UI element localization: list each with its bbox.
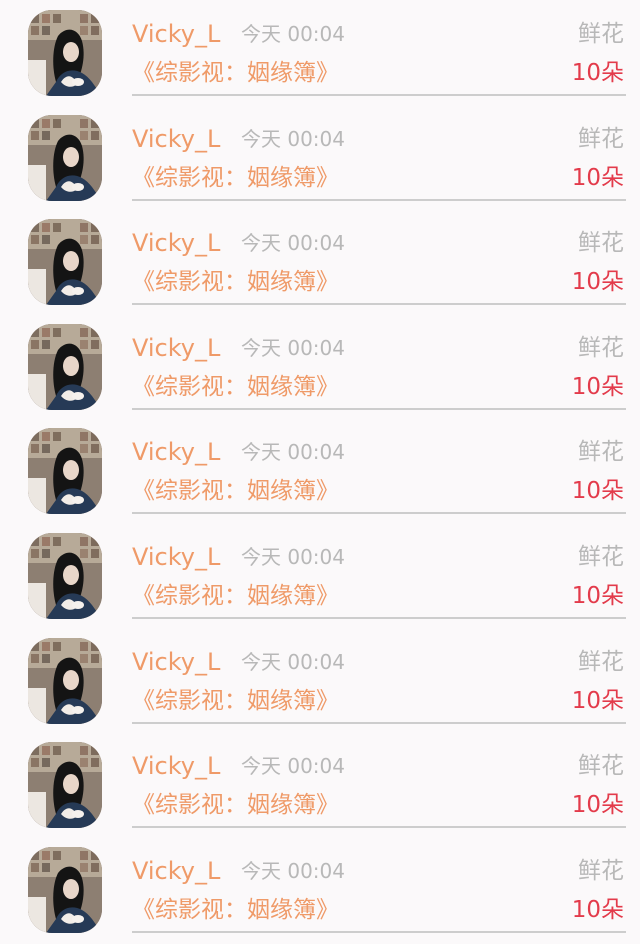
user-avatar[interactable] <box>28 219 102 306</box>
user-avatar[interactable] <box>28 637 102 724</box>
work-title-link[interactable]: 《综影视：姻缘簿》 <box>132 266 339 298</box>
user-avatar[interactable] <box>28 533 102 619</box>
row-divider <box>132 721 626 724</box>
gift-record-list: Vicky_L 今天 00:04 鲜花 《综影视：姻缘簿》 10朵 Vicky_… <box>0 0 640 944</box>
user-avatar[interactable] <box>28 10 102 96</box>
user-avatar-photo-icon <box>28 114 102 201</box>
work-title-link[interactable]: 《综影视：姻缘簿》 <box>132 580 339 612</box>
work-title-link[interactable]: 《综影视：姻缘簿》 <box>132 162 339 194</box>
gift-count: 10朵 <box>571 896 624 923</box>
work-title-link[interactable]: 《综影视：姻缘簿》 <box>132 894 339 926</box>
user-avatar-photo-icon <box>28 219 102 306</box>
row-divider <box>132 198 626 201</box>
gift-record-row[interactable]: Vicky_L 今天 00:04 鲜花 《综影视：姻缘簿》 10朵 <box>0 0 640 105</box>
gift-record-row[interactable]: Vicky_L 今天 00:04 鲜花 《综影视：姻缘簿》 10朵 <box>0 209 640 314</box>
row-divider <box>132 94 626 96</box>
timestamp: 今天 00:04 <box>241 22 345 46</box>
gift-count: 10朵 <box>571 687 624 714</box>
username[interactable]: Vicky_L <box>132 123 220 155</box>
gift-count: 10朵 <box>571 792 624 819</box>
gift-type: 鲜花 <box>578 648 624 675</box>
gift-type: 鲜花 <box>578 334 624 361</box>
gift-record-row[interactable]: Vicky_L 今天 00:04 鲜花 《综影视：姻缘簿》 10朵 <box>0 732 640 837</box>
row-divider <box>132 826 626 829</box>
username[interactable]: Vicky_L <box>132 436 220 468</box>
gift-type: 鲜花 <box>578 439 624 466</box>
gift-type: 鲜花 <box>578 230 624 257</box>
user-avatar-photo-icon <box>28 323 102 410</box>
user-avatar-photo-icon <box>28 742 102 829</box>
work-title-link[interactable]: 《综影视：姻缘簿》 <box>132 475 339 507</box>
timestamp: 今天 00:04 <box>241 858 345 883</box>
user-avatar[interactable] <box>28 114 102 201</box>
gift-record-row[interactable]: Vicky_L 今天 00:04 鲜花 《综影视：姻缘簿》 10朵 <box>0 837 640 942</box>
user-avatar-photo-icon <box>28 10 102 96</box>
row-divider <box>132 303 626 306</box>
row-divider <box>132 512 626 515</box>
gift-record-row[interactable]: Vicky_L 今天 00:04 鲜花 《综影视：姻缘簿》 10朵 <box>0 314 640 419</box>
username[interactable]: Vicky_L <box>132 332 220 364</box>
gift-type: 鲜花 <box>578 753 624 780</box>
work-title-link[interactable]: 《综影视：姻缘簿》 <box>132 685 339 717</box>
username[interactable]: Vicky_L <box>132 646 220 678</box>
gift-type: 鲜花 <box>578 125 624 152</box>
timestamp: 今天 00:04 <box>241 649 345 674</box>
username[interactable]: Vicky_L <box>132 541 220 573</box>
gift-record-row[interactable]: Vicky_L 今天 00:04 鲜花 《综影视：姻缘簿》 10朵 <box>0 105 640 210</box>
row-divider <box>132 930 626 933</box>
user-avatar[interactable] <box>28 323 102 410</box>
row-divider <box>132 617 626 619</box>
username[interactable]: Vicky_L <box>132 227 220 259</box>
gift-count: 10朵 <box>571 583 624 609</box>
user-avatar-photo-icon <box>28 428 102 515</box>
user-avatar[interactable] <box>28 742 102 829</box>
gift-type: 鲜花 <box>578 544 624 570</box>
user-avatar[interactable] <box>28 846 102 933</box>
timestamp: 今天 00:04 <box>241 231 345 256</box>
user-avatar-photo-icon <box>28 533 102 619</box>
gift-record-row[interactable]: Vicky_L 今天 00:04 鲜花 《综影视：姻缘簿》 10朵 <box>0 418 640 523</box>
user-avatar-photo-icon <box>28 637 102 724</box>
timestamp: 今天 00:04 <box>241 545 345 569</box>
work-title-link[interactable]: 《综影视：姻缘簿》 <box>132 789 339 821</box>
gift-type: 鲜花 <box>578 857 624 884</box>
username[interactable]: Vicky_L <box>132 750 220 782</box>
gift-count: 10朵 <box>571 164 624 191</box>
gift-count: 10朵 <box>571 60 624 86</box>
timestamp: 今天 00:04 <box>241 126 345 151</box>
timestamp: 今天 00:04 <box>241 335 345 360</box>
username[interactable]: Vicky_L <box>132 18 220 50</box>
gift-count: 10朵 <box>571 269 624 296</box>
gift-record-row[interactable]: Vicky_L 今天 00:04 鲜花 《综影视：姻缘簿》 10朵 <box>0 628 640 733</box>
work-title-link[interactable]: 《综影视：姻缘簿》 <box>132 371 339 403</box>
gift-type: 鲜花 <box>578 21 624 47</box>
gift-record-row[interactable]: Vicky_L 今天 00:04 鲜花 《综影视：姻缘簿》 10朵 <box>0 523 640 628</box>
work-title-link[interactable]: 《综影视：姻缘簿》 <box>132 57 339 89</box>
gift-count: 10朵 <box>571 478 624 505</box>
row-divider <box>132 407 626 410</box>
username[interactable]: Vicky_L <box>132 855 220 887</box>
timestamp: 今天 00:04 <box>241 754 345 779</box>
gift-count: 10朵 <box>571 373 624 400</box>
user-avatar-photo-icon <box>28 846 102 933</box>
user-avatar[interactable] <box>28 428 102 515</box>
timestamp: 今天 00:04 <box>241 440 345 465</box>
